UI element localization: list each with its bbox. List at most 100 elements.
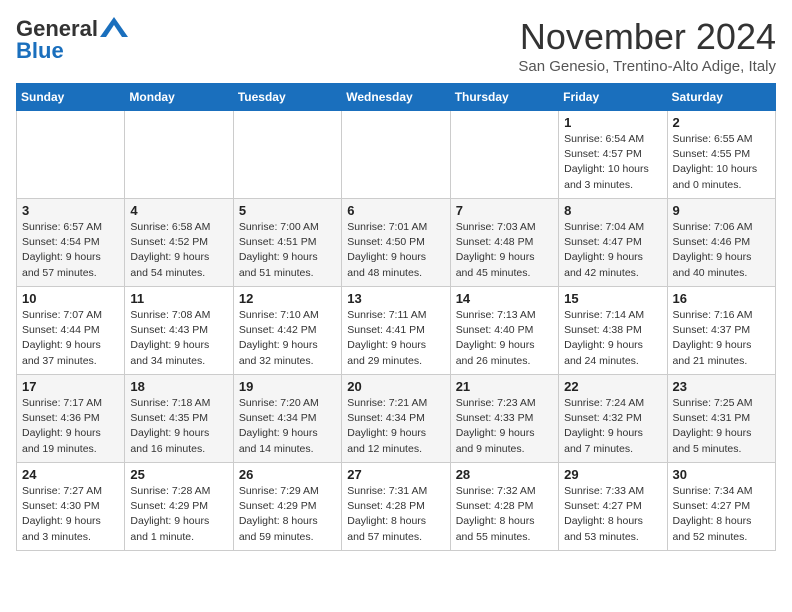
day-info: Sunrise: 7:28 AM Sunset: 4:29 PM Dayligh…: [130, 484, 227, 545]
day-info: Sunrise: 7:29 AM Sunset: 4:29 PM Dayligh…: [239, 484, 336, 545]
calendar-cell: [17, 111, 125, 199]
logo: General Blue: [16, 16, 128, 64]
day-number: 10: [22, 291, 119, 306]
day-info: Sunrise: 7:24 AM Sunset: 4:32 PM Dayligh…: [564, 396, 661, 457]
day-info: Sunrise: 7:13 AM Sunset: 4:40 PM Dayligh…: [456, 308, 553, 369]
calendar-week-2: 3Sunrise: 6:57 AM Sunset: 4:54 PM Daylig…: [17, 199, 776, 287]
calendar-cell: 5 Sunrise: 7:00 AM Sunset: 4:51 PM Daylig…: [233, 199, 341, 287]
day-number: 15: [564, 291, 661, 306]
day-info: Sunrise: 7:20 AM Sunset: 4:34 PM Dayligh…: [239, 396, 336, 457]
day-info: Sunrise: 7:06 AM Sunset: 4:46 PM Dayligh…: [673, 220, 770, 281]
day-info: Sunrise: 7:34 AM Sunset: 4:27 PM Dayligh…: [673, 484, 770, 545]
title-block: November 2024 San Genesio, Trentino-Alto…: [518, 16, 776, 75]
day-info: Sunrise: 6:54 AM Sunset: 4:57 PM Dayligh…: [564, 132, 661, 193]
logo-blue-text: Blue: [16, 38, 64, 63]
day-number: 24: [22, 467, 119, 482]
day-info: Sunrise: 7:33 AM Sunset: 4:27 PM Dayligh…: [564, 484, 661, 545]
calendar-cell: 12Sunrise: 7:10 AM Sunset: 4:42 PM Dayli…: [233, 287, 341, 375]
weekday-row: SundayMondayTuesdayWednesdayThursdayFrid…: [17, 84, 776, 111]
day-info: Sunrise: 7:21 AM Sunset: 4:34 PM Dayligh…: [347, 396, 444, 457]
day-info: Sunrise: 7:01 AM Sunset: 4:50 PM Dayligh…: [347, 220, 444, 281]
calendar-cell: [450, 111, 558, 199]
calendar-cell: 29 Sunrise: 7:33 AM Sunset: 4:27 PM Dayli…: [559, 463, 667, 551]
day-number: 20: [347, 379, 444, 394]
calendar-cell: 15Sunrise: 7:14 AM Sunset: 4:38 PM Dayli…: [559, 287, 667, 375]
day-number: 2: [673, 115, 770, 130]
location-subtitle: San Genesio, Trentino-Alto Adige, Italy: [518, 58, 776, 75]
calendar-cell: [342, 111, 450, 199]
calendar-cell: 24 Sunrise: 7:27 AM Sunset: 4:30 PM Dayli…: [17, 463, 125, 551]
calendar-cell: 19 Sunrise: 7:20 AM Sunset: 4:34 PM Dayli…: [233, 375, 341, 463]
calendar-cell: 14 Sunrise: 7:13 AM Sunset: 4:40 PM Dayli…: [450, 287, 558, 375]
day-number: 19: [239, 379, 336, 394]
day-info: Sunrise: 6:55 AM Sunset: 4:55 PM Dayligh…: [673, 132, 770, 193]
day-info: Sunrise: 6:57 AM Sunset: 4:54 PM Dayligh…: [22, 220, 119, 281]
weekday-header-monday: Monday: [125, 84, 233, 111]
weekday-header-tuesday: Tuesday: [233, 84, 341, 111]
calendar-cell: 13Sunrise: 7:11 AM Sunset: 4:41 PM Dayli…: [342, 287, 450, 375]
calendar-cell: 23 Sunrise: 7:25 AM Sunset: 4:31 PM Dayli…: [667, 375, 775, 463]
day-number: 17: [22, 379, 119, 394]
day-number: 28: [456, 467, 553, 482]
day-number: 6: [347, 203, 444, 218]
day-info: Sunrise: 7:17 AM Sunset: 4:36 PM Dayligh…: [22, 396, 119, 457]
day-number: 7: [456, 203, 553, 218]
calendar-cell: 9Sunrise: 7:06 AM Sunset: 4:46 PM Daylig…: [667, 199, 775, 287]
calendar-cell: 2 Sunrise: 6:55 AM Sunset: 4:55 PM Daylig…: [667, 111, 775, 199]
calendar-cell: 27 Sunrise: 7:31 AM Sunset: 4:28 PM Dayli…: [342, 463, 450, 551]
day-info: Sunrise: 7:08 AM Sunset: 4:43 PM Dayligh…: [130, 308, 227, 369]
weekday-header-saturday: Saturday: [667, 84, 775, 111]
day-info: Sunrise: 6:58 AM Sunset: 4:52 PM Dayligh…: [130, 220, 227, 281]
calendar-cell: 21Sunrise: 7:23 AM Sunset: 4:33 PM Dayli…: [450, 375, 558, 463]
day-number: 13: [347, 291, 444, 306]
calendar-week-3: 10 Sunrise: 7:07 AM Sunset: 4:44 PM Dayli…: [17, 287, 776, 375]
calendar-cell: 28 Sunrise: 7:32 AM Sunset: 4:28 PM Dayli…: [450, 463, 558, 551]
calendar-cell: 1 Sunrise: 6:54 AM Sunset: 4:57 PM Daylig…: [559, 111, 667, 199]
calendar-week-5: 24 Sunrise: 7:27 AM Sunset: 4:30 PM Dayli…: [17, 463, 776, 551]
calendar-cell: 18Sunrise: 7:18 AM Sunset: 4:35 PM Dayli…: [125, 375, 233, 463]
calendar-cell: 7 Sunrise: 7:03 AM Sunset: 4:48 PM Daylig…: [450, 199, 558, 287]
weekday-header-thursday: Thursday: [450, 84, 558, 111]
calendar-week-1: 1 Sunrise: 6:54 AM Sunset: 4:57 PM Daylig…: [17, 111, 776, 199]
day-info: Sunrise: 7:31 AM Sunset: 4:28 PM Dayligh…: [347, 484, 444, 545]
day-number: 27: [347, 467, 444, 482]
calendar-table: SundayMondayTuesdayWednesdayThursdayFrid…: [16, 83, 776, 551]
day-info: Sunrise: 7:23 AM Sunset: 4:33 PM Dayligh…: [456, 396, 553, 457]
day-number: 25: [130, 467, 227, 482]
day-number: 29: [564, 467, 661, 482]
calendar-week-4: 17 Sunrise: 7:17 AM Sunset: 4:36 PM Dayli…: [17, 375, 776, 463]
calendar-cell: 4Sunrise: 6:58 AM Sunset: 4:52 PM Daylig…: [125, 199, 233, 287]
day-number: 5: [239, 203, 336, 218]
calendar-cell: 8 Sunrise: 7:04 AM Sunset: 4:47 PM Daylig…: [559, 199, 667, 287]
calendar-cell: 30Sunrise: 7:34 AM Sunset: 4:27 PM Dayli…: [667, 463, 775, 551]
month-title: November 2024: [518, 16, 776, 58]
calendar-cell: [125, 111, 233, 199]
day-info: Sunrise: 7:27 AM Sunset: 4:30 PM Dayligh…: [22, 484, 119, 545]
weekday-header-sunday: Sunday: [17, 84, 125, 111]
day-info: Sunrise: 7:07 AM Sunset: 4:44 PM Dayligh…: [22, 308, 119, 369]
calendar-cell: 10 Sunrise: 7:07 AM Sunset: 4:44 PM Dayli…: [17, 287, 125, 375]
day-info: Sunrise: 7:32 AM Sunset: 4:28 PM Dayligh…: [456, 484, 553, 545]
calendar-cell: 17 Sunrise: 7:17 AM Sunset: 4:36 PM Dayli…: [17, 375, 125, 463]
day-info: Sunrise: 7:03 AM Sunset: 4:48 PM Dayligh…: [456, 220, 553, 281]
day-number: 22: [564, 379, 661, 394]
day-number: 1: [564, 115, 661, 130]
calendar-cell: [233, 111, 341, 199]
calendar-header: SundayMondayTuesdayWednesdayThursdayFrid…: [17, 84, 776, 111]
calendar-cell: 25 Sunrise: 7:28 AM Sunset: 4:29 PM Dayli…: [125, 463, 233, 551]
day-info: Sunrise: 7:25 AM Sunset: 4:31 PM Dayligh…: [673, 396, 770, 457]
day-info: Sunrise: 7:10 AM Sunset: 4:42 PM Dayligh…: [239, 308, 336, 369]
calendar-cell: 16Sunrise: 7:16 AM Sunset: 4:37 PM Dayli…: [667, 287, 775, 375]
day-number: 14: [456, 291, 553, 306]
day-info: Sunrise: 7:00 AM Sunset: 4:51 PM Dayligh…: [239, 220, 336, 281]
calendar-cell: 20 Sunrise: 7:21 AM Sunset: 4:34 PM Dayli…: [342, 375, 450, 463]
day-number: 16: [673, 291, 770, 306]
day-number: 26: [239, 467, 336, 482]
day-number: 8: [564, 203, 661, 218]
logo-icon: [100, 17, 128, 37]
day-number: 23: [673, 379, 770, 394]
page-header: General Blue November 2024 San Genesio, …: [16, 16, 776, 75]
calendar-cell: 22 Sunrise: 7:24 AM Sunset: 4:32 PM Dayli…: [559, 375, 667, 463]
calendar-cell: 3Sunrise: 6:57 AM Sunset: 4:54 PM Daylig…: [17, 199, 125, 287]
day-info: Sunrise: 7:04 AM Sunset: 4:47 PM Dayligh…: [564, 220, 661, 281]
